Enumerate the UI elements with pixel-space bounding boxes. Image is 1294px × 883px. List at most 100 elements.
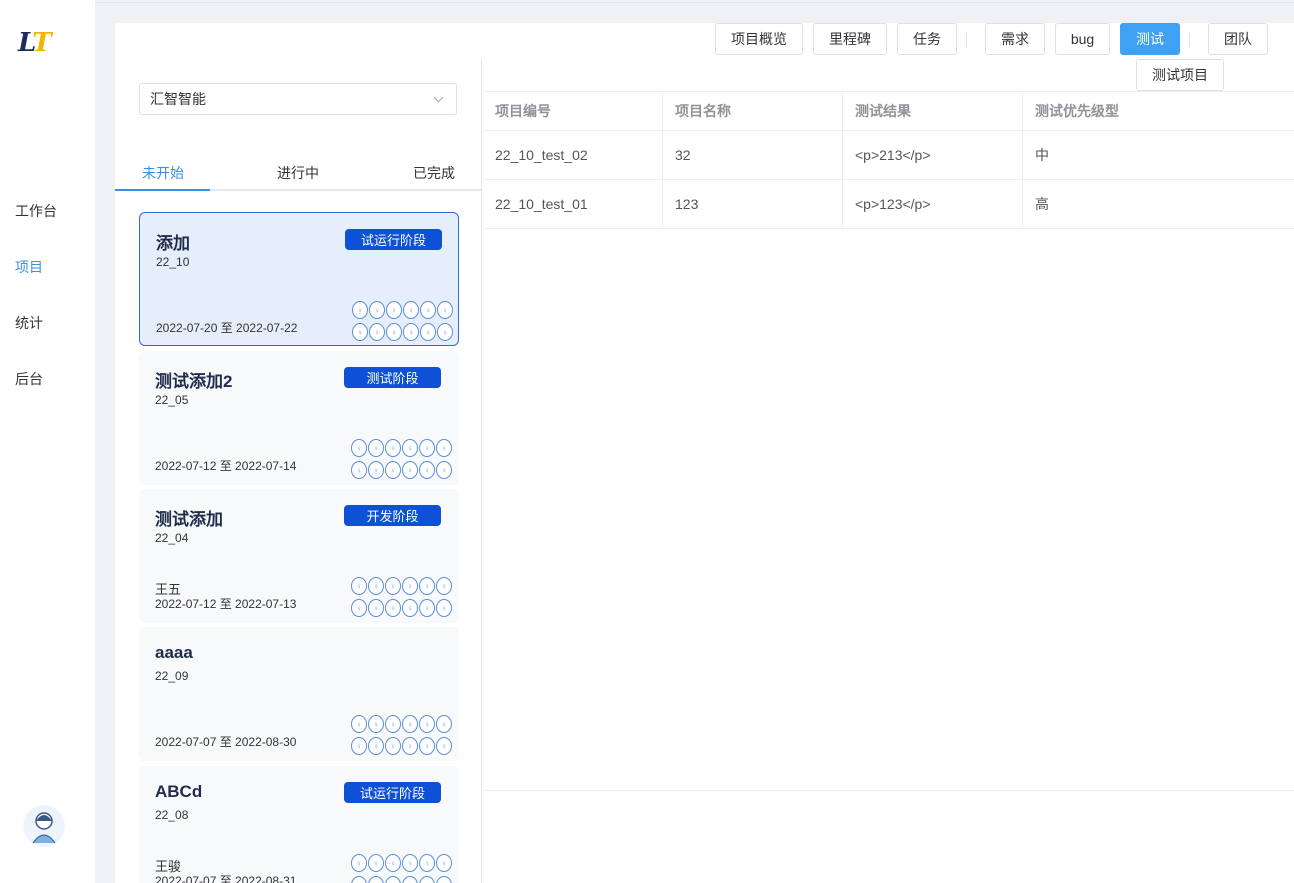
member-avatar-icon: ♀: [385, 461, 401, 479]
company-select[interactable]: 汇智智能: [139, 83, 457, 115]
member-avatar-icon: ♀: [351, 876, 367, 883]
user-avatar-icon[interactable]: [23, 805, 65, 847]
member-avatar-icon: ♀: [419, 854, 435, 872]
tab-project-overview[interactable]: 项目概览: [715, 23, 803, 55]
member-avatar-icon: ♀: [385, 715, 401, 733]
member-avatar-icon: ♀: [436, 876, 452, 883]
top-divider: [95, 2, 1294, 3]
project-dates: 2022-07-12 至 2022-07-14: [155, 459, 297, 473]
project-name: 测试添加2: [155, 372, 233, 391]
member-avatar-icon: ♀: [385, 876, 401, 883]
member-avatar-icon: ♀: [419, 599, 435, 617]
main-panel: 汇智智能 未开始 进行中 已完成 添加 22_10 2022-07-20 至 2…: [115, 23, 1294, 883]
table-row[interactable]: 22_10_test_02 32 <p>213</p> 中: [483, 131, 1294, 180]
project-name: ABCd: [155, 782, 203, 801]
header-test-priority: 测试优先级型: [1035, 103, 1119, 119]
member-avatar-icon: ♀: [436, 439, 452, 457]
member-avatar-icon: ♀: [419, 577, 435, 595]
member-avatar-icon: ♀: [369, 323, 385, 341]
table-footer-line: [483, 790, 1294, 791]
cell-test-result: <p>213</p>: [843, 131, 1023, 179]
member-avatars: ♀♀♀♀♀♀♀♀♀♀♀♀: [351, 577, 453, 617]
member-avatar-icon: ♀: [436, 599, 452, 617]
member-avatar-icon: ♀: [351, 715, 367, 733]
project-dates: 2022-07-07 至 2022-08-31: [155, 874, 297, 883]
tab-not-started[interactable]: 未开始: [142, 163, 184, 183]
cell-project-id: 22_10_test_02: [483, 131, 663, 179]
nav-item-backend[interactable]: 后台: [15, 369, 43, 389]
member-avatar-icon: ♀: [385, 854, 401, 872]
project-card[interactable]: aaaa 22_09 2022-07-07 至 2022-08-30 ♀ ♀ ♀ ♀ ♀…: [139, 627, 459, 761]
tab-milestone[interactable]: 里程碑: [813, 23, 887, 55]
tab-bug[interactable]: bug: [1055, 23, 1110, 55]
member-avatar-icon: ♀: [402, 439, 418, 457]
project-dates: 2022-07-12 至 2022-07-13: [155, 597, 297, 611]
member-avatar-icon: ♀: [368, 439, 384, 457]
project-card[interactable]: ABCd 22_08 王骏 2022-07-07 至 2022-08-31 试运…: [139, 766, 459, 883]
project-code: 22_08: [155, 808, 189, 822]
project-code: 22_09: [155, 669, 189, 683]
member-avatar-icon: ♀: [386, 301, 402, 319]
member-avatar-icon: ♀: [419, 439, 435, 457]
member-avatar-icon: ♀: [420, 301, 436, 319]
member-avatar-icon: ♀: [436, 854, 452, 872]
tab-active-indicator: [115, 189, 210, 191]
project-name: 添加: [156, 234, 190, 253]
member-avatar-icon: ♀: [351, 461, 367, 479]
project-card[interactable]: 添加 22_10 2022-07-20 至 2022-07-22 试运行阶段 ♀…: [139, 212, 459, 346]
member-avatar-icon: ♀: [436, 461, 452, 479]
project-name: aaaa: [155, 643, 193, 662]
member-avatar-icon: ♀: [368, 737, 384, 755]
member-avatar-icon: ♀: [385, 737, 401, 755]
member-avatar-icon: ♀: [369, 301, 385, 319]
cell-project-name: 32: [663, 131, 843, 179]
test-table: 项目编号 项目名称 测试结果 测试优先级型 22_10_test_02 32 <…: [483, 91, 1294, 229]
nav-item-statistics[interactable]: 统计: [15, 313, 43, 333]
project-card[interactable]: 测试添加2 22_05 2022-07-12 至 2022-07-14 测试阶段…: [139, 351, 459, 485]
tab-task[interactable]: 任务: [897, 23, 957, 55]
member-avatar-icon: ♀: [419, 461, 435, 479]
member-avatar-icon: ♀: [402, 715, 418, 733]
tab-test[interactable]: 测试: [1120, 23, 1180, 55]
member-avatars: ♀♀♀♀♀♀♀♀♀♀♀♀: [351, 439, 453, 479]
member-avatar-icon: ♀: [402, 577, 418, 595]
nav-item-workbench[interactable]: 工作台: [15, 201, 57, 221]
cell-project-id: 22_10_test_01: [483, 180, 663, 228]
member-avatar-icon: ♀: [351, 737, 367, 755]
member-avatar-icon: ♀: [419, 737, 435, 755]
header-test-result: 测试结果: [843, 92, 1023, 130]
tab-team[interactable]: 团队: [1208, 23, 1268, 55]
member-avatar-icon: ♀: [352, 323, 368, 341]
app-logo[interactable]: LT: [18, 28, 74, 60]
tab-completed[interactable]: 已完成: [413, 163, 455, 183]
table-row[interactable]: 22_10_test_01 123 <p>123</p> 高: [483, 180, 1294, 229]
header-project-name: 项目名称: [663, 92, 843, 130]
project-card-list: 添加 22_10 2022-07-20 至 2022-07-22 试运行阶段 ♀…: [139, 212, 459, 883]
cell-project-name: 123: [663, 180, 843, 228]
toolbar-separator: [1189, 33, 1190, 47]
table-header: 项目编号 项目名称 测试结果 测试优先级型: [483, 91, 1294, 131]
project-card[interactable]: 测试添加 22_04 王五 2022-07-12 至 2022-07-13 开发…: [139, 489, 459, 623]
tab-in-progress[interactable]: 进行中: [277, 163, 319, 183]
tab-requirement[interactable]: 需求: [985, 23, 1045, 55]
test-project-button[interactable]: 测试项目: [1136, 59, 1224, 91]
member-avatar-icon: ♀: [351, 599, 367, 617]
project-name: 测试添加: [155, 510, 223, 529]
project-dates: 2022-07-07 至 2022-08-30: [155, 735, 297, 749]
stage-badge: 开发阶段: [344, 505, 441, 526]
member-avatar-icon: ♀: [385, 577, 401, 595]
member-avatar-icon: ♀: [402, 854, 418, 872]
member-avatar-icon: ♀: [402, 599, 418, 617]
member-avatar-icon: ♀: [436, 737, 452, 755]
member-avatar-icon: ♀: [419, 715, 435, 733]
project-dates: 2022-07-20 至 2022-07-22: [156, 321, 298, 335]
nav-item-project[interactable]: 项目: [15, 257, 43, 277]
member-avatar-icon: ♀: [368, 577, 384, 595]
member-avatar-icon: ♀: [436, 715, 452, 733]
member-avatar-icon: ♀: [402, 876, 418, 883]
member-avatar-icon: ♀: [351, 854, 367, 872]
member-avatar-icon: ♀: [368, 461, 384, 479]
member-avatar-icon: ♀: [368, 854, 384, 872]
header-project-id: 项目编号: [483, 92, 663, 130]
stage-badge: 试运行阶段: [344, 782, 441, 803]
